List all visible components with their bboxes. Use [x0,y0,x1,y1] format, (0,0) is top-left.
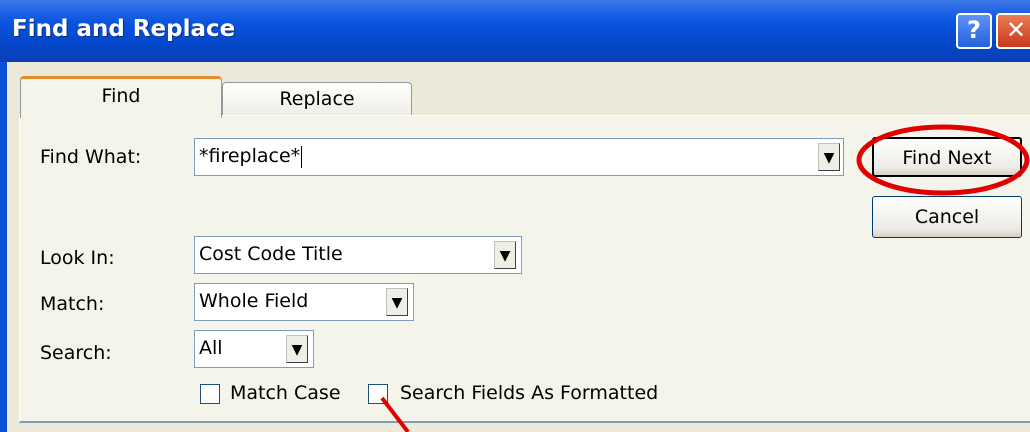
search-value: All [199,337,223,359]
match-label: Match: [40,293,105,315]
help-button[interactable]: ? [956,13,992,49]
find-what-value: *fireplace* [199,145,301,167]
find-what-dropdown-arrow-icon[interactable]: ▼ [818,143,840,171]
search-formatted-checkbox[interactable] [368,384,388,404]
find-replace-dialog: Find and Replace ? ✕ Replace Find Find W… [0,0,1030,432]
match-select[interactable]: Whole Field [194,283,414,321]
look-in-label: Look In: [40,247,115,269]
look-in-dropdown-arrow-icon[interactable]: ▼ [494,241,516,269]
match-case-checkbox[interactable] [200,384,220,404]
search-dropdown-arrow-icon[interactable]: ▼ [286,335,308,363]
dialog-title: Find and Replace [12,16,236,42]
look-in-select[interactable]: Cost Code Title [194,236,522,274]
find-what-input[interactable]: *fireplace* [194,138,844,176]
tab-replace[interactable]: Replace [222,82,412,116]
look-in-value: Cost Code Title [199,243,343,265]
match-value: Whole Field [199,290,309,312]
search-formatted-label: Search Fields As Formatted [400,382,659,404]
find-what-label: Find What: [40,146,142,168]
text-cursor [301,145,303,168]
window-frame [0,62,7,432]
close-button[interactable]: ✕ [996,13,1030,49]
title-bar[interactable]: Find and Replace ? ✕ [0,0,1030,62]
tab-find[interactable]: Find [20,76,222,118]
match-dropdown-arrow-icon[interactable]: ▼ [386,288,408,316]
match-case-label: Match Case [230,382,341,404]
search-label: Search: [40,342,112,364]
cancel-button[interactable]: Cancel [872,196,1022,238]
find-next-button[interactable]: Find Next [872,137,1022,177]
